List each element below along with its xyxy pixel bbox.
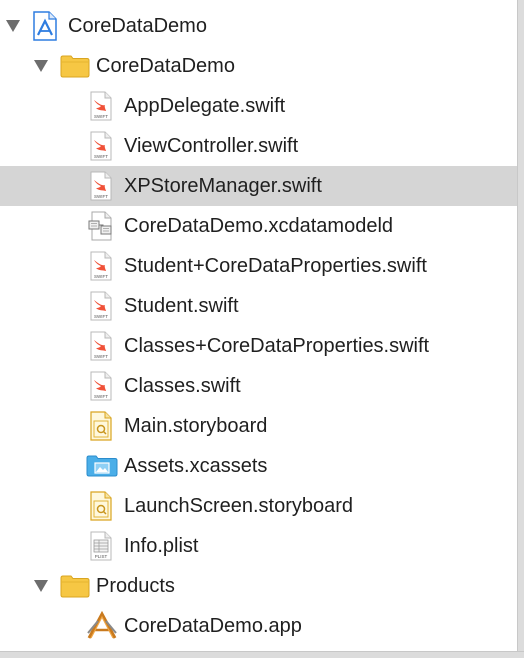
svg-text:SWIFT: SWIFT <box>94 394 108 399</box>
file-label: AppDelegate.swift <box>124 95 286 117</box>
file-row-classes-properties[interactable]: SWIFT Classes+CoreDataProperties.swift <box>0 326 518 366</box>
folder-icon <box>60 575 90 598</box>
folder-icon <box>60 55 90 78</box>
disclosure-triangle-icon[interactable] <box>34 580 48 592</box>
splitter-edge-bottom[interactable] <box>0 651 524 658</box>
file-row-appdelegate[interactable]: SWIFT AppDelegate.swift <box>0 86 518 126</box>
file-label: Classes+CoreDataProperties.swift <box>124 335 430 357</box>
swift-file-icon: SWIFT <box>90 291 112 321</box>
file-label: Info.plist <box>124 535 199 557</box>
disclosure-triangle-icon[interactable] <box>6 20 20 32</box>
file-row-classes[interactable]: SWIFT Classes.swift <box>0 366 518 406</box>
file-label: Assets.xcassets <box>124 455 268 477</box>
svg-text:SWIFT: SWIFT <box>94 314 108 319</box>
app-product-icon <box>87 611 117 639</box>
storyboard-file-icon <box>90 491 112 521</box>
file-label: ViewController.swift <box>124 135 299 157</box>
svg-text:SWIFT: SWIFT <box>94 194 108 199</box>
svg-text:SWIFT: SWIFT <box>94 354 108 359</box>
splitter-edge-right[interactable] <box>517 0 524 658</box>
svg-text:SWIFT: SWIFT <box>94 154 108 159</box>
file-row-main-storyboard[interactable]: Main.storyboard <box>0 406 518 446</box>
file-label: Classes.swift <box>124 375 241 397</box>
datamodel-file-icon <box>88 211 112 241</box>
file-row-student[interactable]: SWIFT Student.swift <box>0 286 518 326</box>
file-row-student-properties[interactable]: SWIFT Student+CoreDataProperties.swift <box>0 246 518 286</box>
plist-file-icon: PLIST <box>90 531 112 561</box>
file-row-viewcontroller[interactable]: SWIFT ViewController.swift <box>0 126 518 166</box>
file-row-info-plist[interactable]: PLIST Info.plist <box>0 526 518 566</box>
file-label: Main.storyboard <box>124 415 268 437</box>
project-row-coredatademo[interactable]: CoreDataDemo <box>0 6 518 46</box>
product-label: CoreDataDemo.app <box>124 615 302 637</box>
file-row-xpstoremanager[interactable]: SWIFT XPStoreManager.swift <box>0 166 518 206</box>
file-label: Student.swift <box>124 295 239 317</box>
swift-file-icon: SWIFT <box>90 331 112 361</box>
xcode-project-icon <box>33 11 57 41</box>
file-row-launchscreen-storyboard[interactable]: LaunchScreen.storyboard <box>0 486 518 526</box>
file-label: LaunchScreen.storyboard <box>124 495 354 517</box>
file-row-xcdatamodeld[interactable]: CoreDataDemo.xcdatamodeld <box>0 206 518 246</box>
swift-file-icon: SWIFT <box>90 91 112 121</box>
group-label: CoreDataDemo <box>96 55 235 77</box>
svg-text:PLIST: PLIST <box>95 554 108 559</box>
asset-catalog-icon <box>86 455 118 477</box>
group-row-products[interactable]: Products <box>0 566 518 606</box>
group-row-coredatademo[interactable]: CoreDataDemo <box>0 46 518 86</box>
svg-text:SWIFT: SWIFT <box>94 274 108 279</box>
file-label: Student+CoreDataProperties.swift <box>124 255 427 277</box>
file-label: CoreDataDemo.xcdatamodeld <box>124 215 394 237</box>
project-label: CoreDataDemo <box>68 15 207 37</box>
swift-file-icon: SWIFT <box>90 131 112 161</box>
file-label: XPStoreManager.swift <box>124 175 322 197</box>
swift-file-icon: SWIFT <box>90 171 112 201</box>
disclosure-triangle-icon[interactable] <box>34 60 48 72</box>
file-row-assets[interactable]: Assets.xcassets <box>0 446 518 486</box>
svg-text:SWIFT: SWIFT <box>94 114 108 119</box>
group-label: Products <box>96 575 175 597</box>
project-navigator: CoreDataDemo CoreDataDemo SWIFT AppDeleg… <box>0 0 518 652</box>
swift-file-icon: SWIFT <box>90 371 112 401</box>
storyboard-file-icon <box>90 411 112 441</box>
swift-file-icon: SWIFT <box>90 251 112 281</box>
product-row-coredatademo-app[interactable]: CoreDataDemo.app <box>0 606 518 646</box>
